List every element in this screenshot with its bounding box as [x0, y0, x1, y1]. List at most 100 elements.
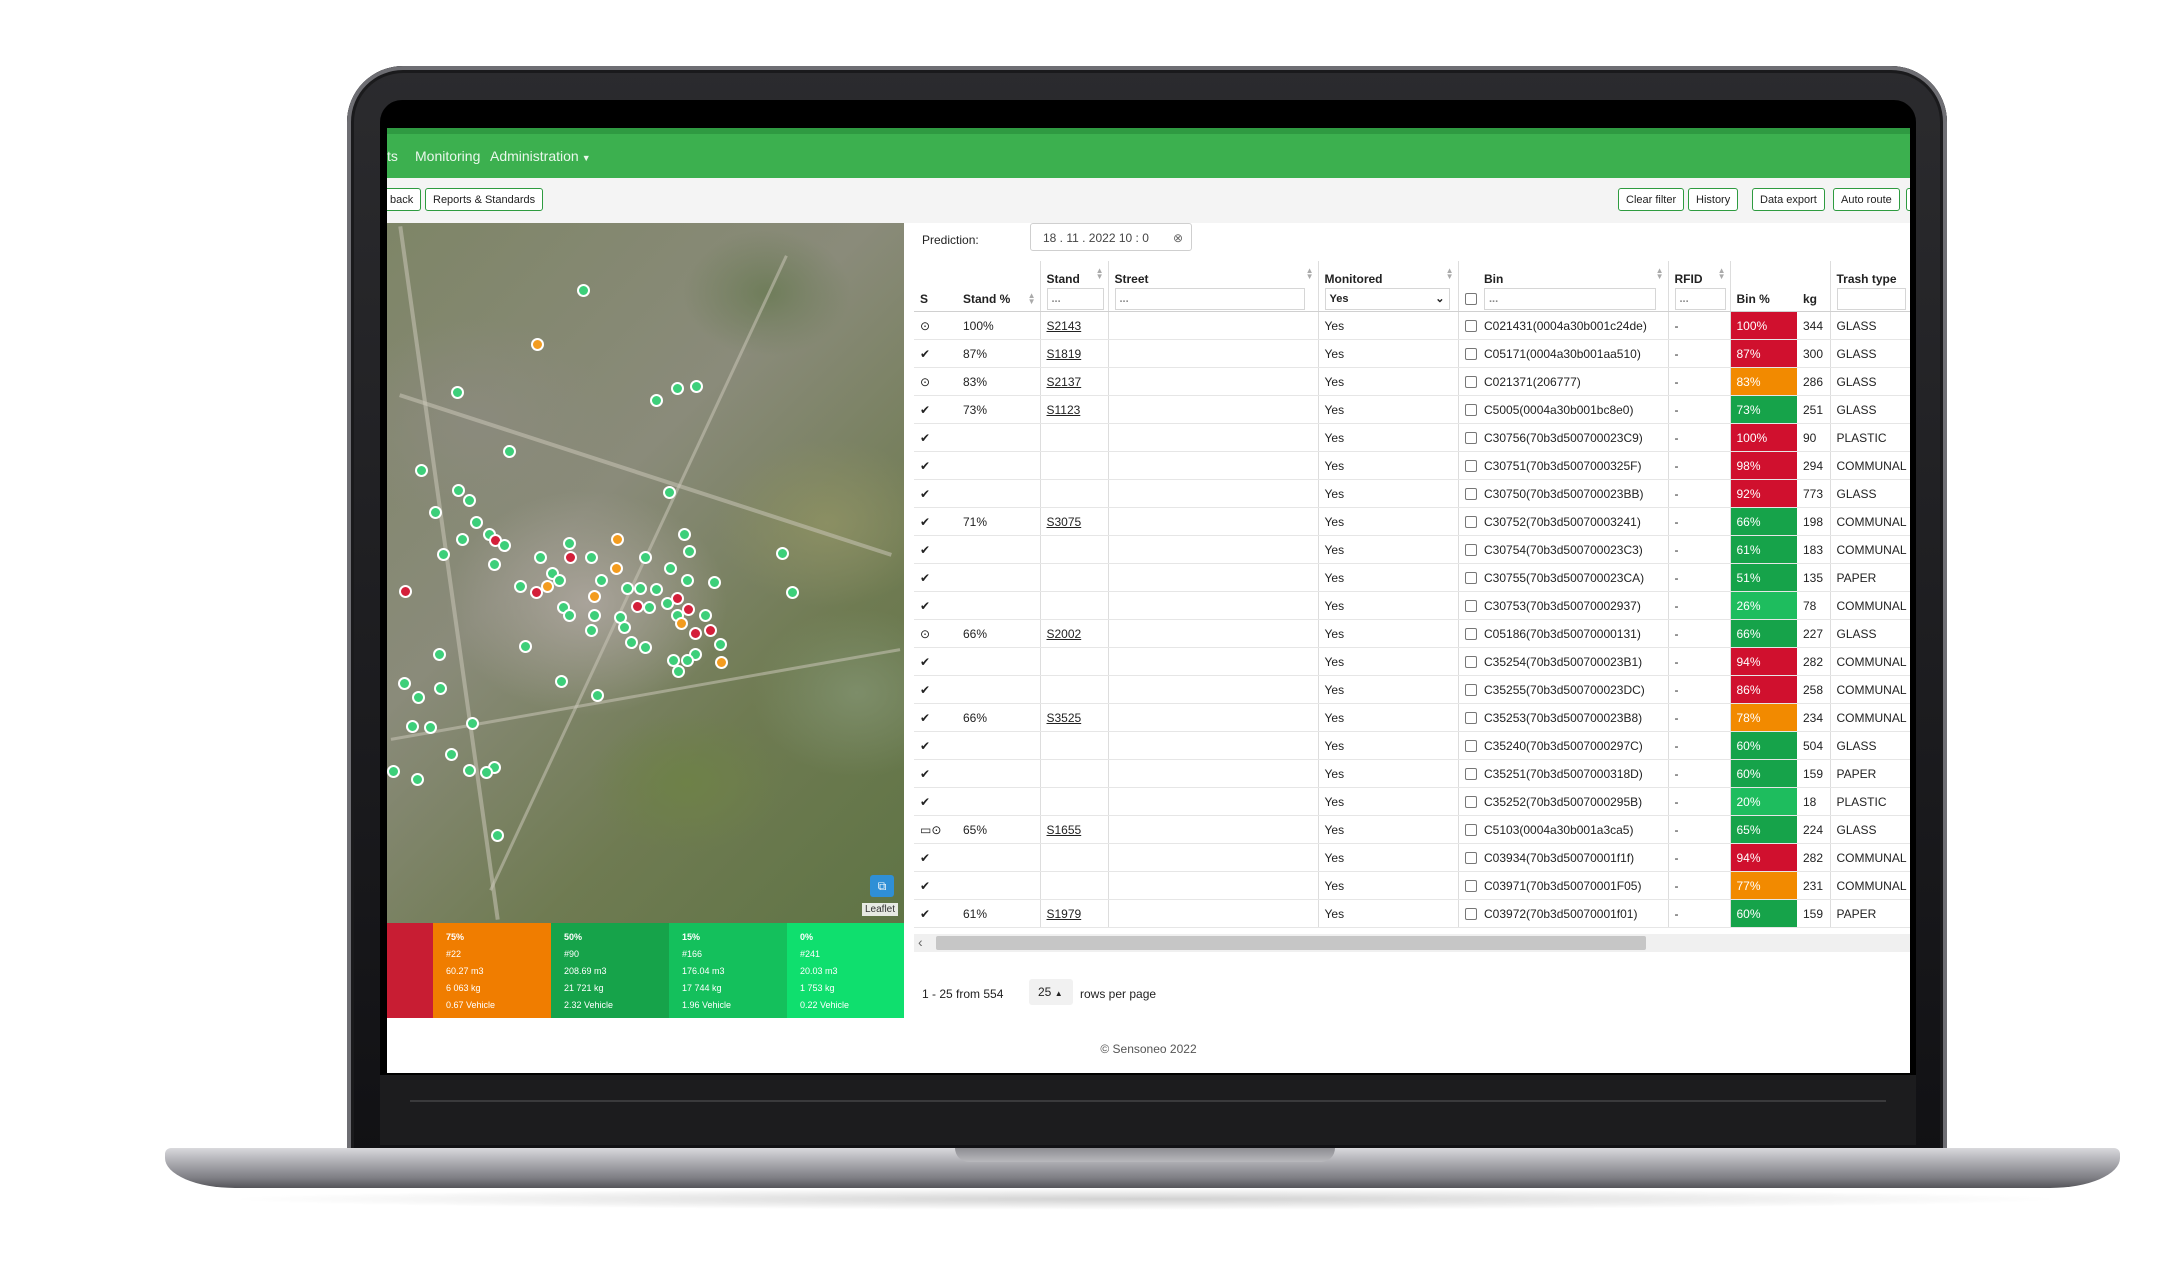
bin-map-marker[interactable]: [562, 609, 576, 623]
leaflet-attribution[interactable]: Leaflet: [862, 903, 899, 916]
row-checkbox[interactable]: [1464, 628, 1477, 641]
table-row[interactable]: ⊙ 100% S2143 Yes C021431(0004a30b001c24de) -1…: [914, 311, 1910, 340]
table-row[interactable]: ✔ Yes C35254(70b3d500700023B1) -94% 282 COMMU…: [914, 647, 1910, 676]
bin-map-marker[interactable]: [590, 688, 604, 702]
row-checkbox[interactable]: [1464, 880, 1477, 893]
stand-link[interactable]: S2143: [1047, 319, 1082, 333]
bin-map-marker[interactable]: [470, 515, 484, 529]
bin-map-marker[interactable]: [576, 283, 590, 297]
bin-map-marker[interactable]: [633, 582, 647, 596]
table-row[interactable]: ✔ Yes C35240(70b3d5007000297C) -60% 504 GLASS: [914, 731, 1910, 760]
bin-map-marker[interactable]: [661, 597, 675, 611]
bin-map-marker[interactable]: [585, 550, 599, 564]
bin-map-marker[interactable]: [587, 609, 601, 623]
bin-map-marker[interactable]: [785, 585, 799, 599]
clear-icon[interactable]: ⊗: [1173, 224, 1183, 252]
row-checkbox[interactable]: [1464, 852, 1477, 865]
bin-map-marker[interactable]: [445, 748, 459, 762]
row-checkbox[interactable]: [1464, 824, 1477, 837]
row-checkbox[interactable]: [1464, 348, 1477, 361]
bin-map-marker[interactable]: [713, 638, 727, 652]
bin-map-marker[interactable]: [490, 829, 504, 843]
row-checkbox[interactable]: [1464, 320, 1477, 333]
bin-map-marker[interactable]: [639, 550, 653, 564]
nav-item-monitoring[interactable]: Monitoring: [415, 148, 480, 164]
filter-monitored-select[interactable]: Yes ⌄: [1324, 287, 1450, 310]
chevron-left-icon[interactable]: ‹: [918, 934, 923, 950]
stand-link[interactable]: S3525: [1047, 711, 1082, 725]
table-row[interactable]: ✔ Yes C03934(70b3d50070001f1f) -94% 282 COMMU…: [914, 843, 1910, 872]
table-row[interactable]: ⊙ 83% S2137 Yes C021371(206777) -83% 286 GLASS: [914, 367, 1910, 396]
filter-street-input[interactable]: ...: [1114, 287, 1306, 310]
bin-map-marker[interactable]: [611, 533, 625, 547]
bin-map-marker[interactable]: [562, 536, 576, 550]
stand-link[interactable]: S1655: [1047, 823, 1082, 837]
bin-map-marker[interactable]: [463, 763, 477, 777]
bin-map-marker[interactable]: [688, 626, 702, 640]
bin-map-marker[interactable]: [682, 603, 695, 617]
bin-map-marker[interactable]: [683, 544, 697, 558]
rows-per-page-select[interactable]: 25 ▲: [1029, 979, 1073, 1005]
nav-item-administration[interactable]: Administration ▼: [490, 148, 591, 164]
filter-trash-type-input[interactable]: [1836, 287, 1906, 310]
row-checkbox[interactable]: [1464, 740, 1477, 753]
reports-standards-button[interactable]: Reports & Standards: [425, 188, 544, 211]
header-rfid[interactable]: RFID ▲ ▼: [1667, 261, 1730, 286]
row-checkbox[interactable]: [1464, 908, 1477, 921]
bin-map-marker[interactable]: [554, 674, 568, 688]
row-checkbox[interactable]: [1464, 544, 1477, 557]
bin-map-marker[interactable]: [503, 445, 517, 459]
bin-map-marker[interactable]: [540, 579, 554, 593]
row-checkbox[interactable]: [1464, 460, 1477, 473]
bin-map-marker[interactable]: [672, 665, 686, 679]
bin-map-marker[interactable]: [414, 464, 428, 478]
bin-map-marker[interactable]: [533, 550, 547, 564]
bin-map-marker[interactable]: [677, 528, 691, 542]
bin-map-marker[interactable]: [410, 772, 424, 786]
table-row[interactable]: ✔ Yes C30751(70b3d5007000325F) -98% 294 COMMU…: [914, 451, 1910, 480]
bin-map-marker[interactable]: [587, 590, 601, 604]
table-row[interactable]: ✔ Yes C35255(70b3d500700023DC) -86% 258 COMMU…: [914, 675, 1910, 704]
bin-map-marker[interactable]: [456, 533, 470, 547]
header-bin-pct[interactable]: Bin %: [1729, 286, 1797, 312]
bin-map-marker[interactable]: [650, 583, 664, 597]
bin-map-marker[interactable]: [553, 574, 567, 587]
bin-map-marker[interactable]: [776, 547, 790, 561]
back-button[interactable]: back: [387, 188, 422, 211]
bin-map-marker[interactable]: [465, 716, 479, 730]
bin-map-marker[interactable]: [704, 624, 718, 638]
bin-map-marker[interactable]: [594, 574, 608, 587]
bin-map-marker[interactable]: [630, 599, 644, 613]
data-export-button[interactable]: Data export: [1752, 188, 1825, 211]
row-checkbox[interactable]: [1464, 796, 1477, 809]
table-row[interactable]: ✔ 61% S1979 Yes C03972(70b3d50070001f01) -60%…: [914, 899, 1910, 928]
table-row[interactable]: ✔ Yes C03971(70b3d50070001F05) -77% 231 COMMU…: [914, 871, 1910, 900]
row-checkbox[interactable]: [1464, 432, 1477, 445]
bin-map-marker[interactable]: [387, 764, 400, 778]
row-checkbox[interactable]: [1464, 600, 1477, 613]
bin-map-marker[interactable]: [618, 620, 632, 634]
header-stand[interactable]: Stand ▲ ▼: [1039, 261, 1108, 286]
bin-map-marker[interactable]: [518, 639, 532, 653]
table-row[interactable]: ⊙ 66% S2002 Yes C05186(70b3d50070000131) -66%…: [914, 619, 1910, 648]
stand-link[interactable]: S1123: [1047, 403, 1081, 417]
bin-map-marker[interactable]: [531, 337, 545, 351]
bin-map-marker[interactable]: [406, 720, 420, 734]
header-bin[interactable]: Bin ▲ ▼: [1478, 261, 1668, 287]
table-row[interactable]: ✔ Yes C30755(70b3d500700023CA) -51% 135 PAPER: [914, 563, 1910, 592]
row-checkbox[interactable]: [1464, 404, 1477, 417]
stand-link[interactable]: S1819: [1047, 347, 1082, 361]
filter-bin-input[interactable]: ...: [1484, 287, 1657, 310]
filter-stand-input[interactable]: ...: [1046, 287, 1104, 310]
bin-map-marker[interactable]: [609, 562, 623, 576]
row-checkbox[interactable]: [1464, 516, 1477, 529]
row-checkbox[interactable]: [1464, 768, 1477, 781]
filter-rfid-input[interactable]: ...: [1674, 287, 1727, 310]
table-row[interactable]: ✔ 73% S1123 Yes C5005(0004a30b001bc8e0) -73% 2…: [914, 395, 1910, 424]
auto-route-button[interactable]: Auto route: [1833, 188, 1900, 211]
bin-map-marker[interactable]: [585, 624, 599, 638]
bin-map-marker[interactable]: [399, 584, 413, 598]
bin-map-marker[interactable]: [650, 393, 664, 407]
stand-link[interactable]: S1979: [1047, 907, 1082, 921]
bin-map-marker[interactable]: [698, 609, 712, 623]
